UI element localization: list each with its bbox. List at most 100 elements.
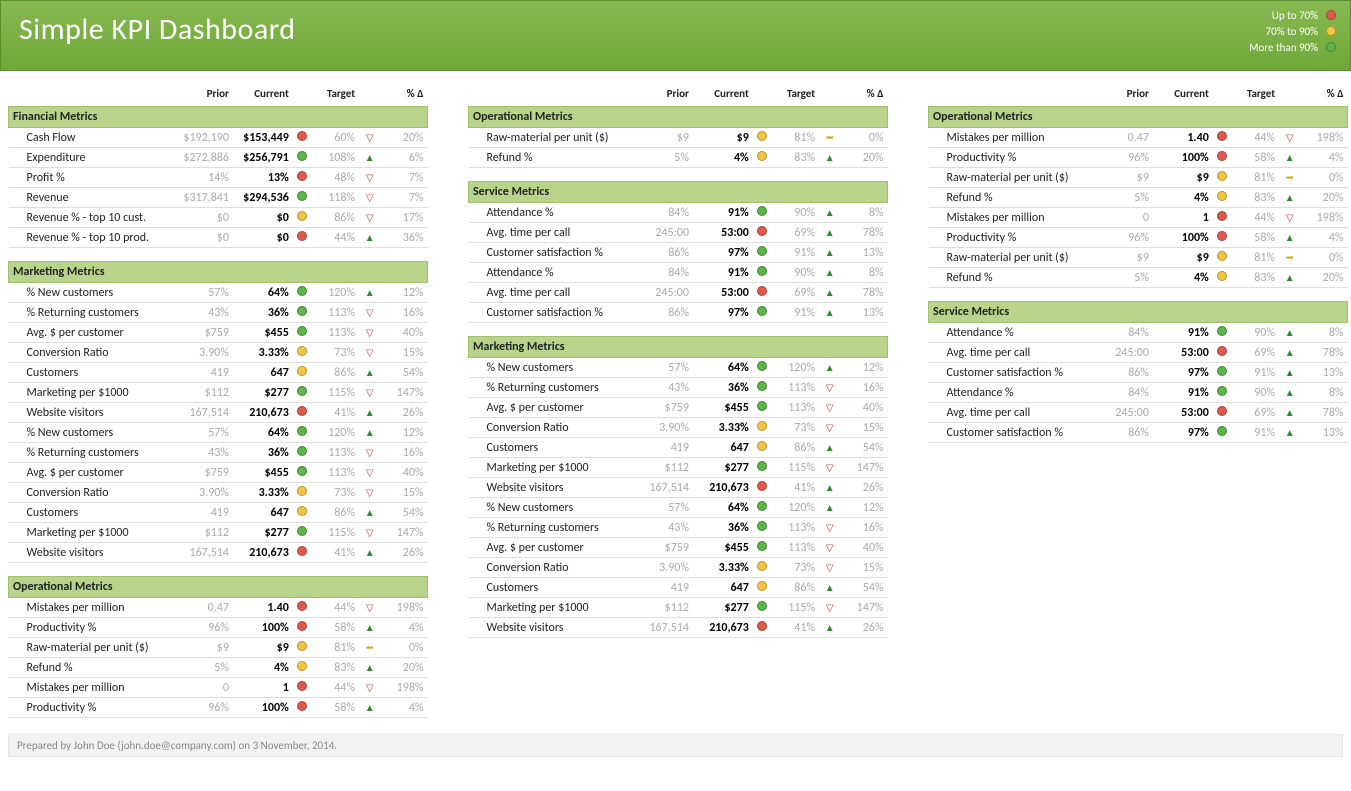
metric-current: 647: [233, 363, 293, 383]
arrow-down-icon: ▽: [366, 171, 374, 184]
metric-row: % Returning customers43%36%113%▽16%: [9, 443, 428, 463]
arrow-up-icon: ▲: [1285, 231, 1295, 244]
metric-prior: $192,190: [177, 128, 233, 148]
metric-current: 210,673: [693, 618, 753, 638]
metric-row: % Returning customers43%36%113%▽16%: [469, 378, 888, 398]
arrow-up-icon: ▲: [825, 441, 835, 454]
metric-current: 91%: [693, 263, 753, 283]
arrow-down-icon: ▽: [826, 381, 834, 394]
col-target-header: Target: [772, 85, 819, 107]
red-dot-icon: [757, 286, 767, 296]
metric-status: [753, 243, 772, 263]
metric-delta: 198%: [380, 678, 427, 698]
metric-current: $0: [233, 208, 293, 228]
metric-status: [753, 518, 772, 538]
metric-current: 1.40: [233, 598, 293, 618]
metric-trend: ▲: [819, 223, 840, 243]
metric-target: 90%: [772, 263, 819, 283]
metric-trend: ▽: [359, 188, 380, 208]
metric-delta: 0%: [840, 128, 887, 148]
metric-prior: 167,514: [637, 618, 693, 638]
yellow-dot-icon: [297, 486, 307, 496]
metric-delta: 17%: [380, 208, 427, 228]
metric-status: [753, 223, 772, 243]
metric-name: Revenue % - top 10 cust.: [9, 208, 178, 228]
metric-target: 41%: [772, 618, 819, 638]
col-dot-header: [753, 85, 772, 107]
dashboard-columns: PriorCurrentTarget% ΔFinancial MetricsCa…: [0, 71, 1351, 726]
metric-name: % New customers: [469, 498, 638, 518]
metric-trend: ━: [1279, 248, 1300, 268]
metric-prior: 5%: [177, 658, 233, 678]
metric-prior: $9: [637, 128, 693, 148]
metric-name: Revenue: [9, 188, 178, 208]
kpi-column: PriorCurrentTarget% ΔFinancial MetricsCa…: [8, 85, 428, 718]
metric-name: % New customers: [9, 283, 178, 303]
metric-row: Raw-material per unit ($)$9$981%━0%: [929, 168, 1348, 188]
arrow-down-icon: ▽: [826, 601, 834, 614]
yellow-dot-icon: [1217, 271, 1227, 281]
metric-delta: 54%: [380, 503, 427, 523]
metric-row: Website visitors167,514210,67341%▲26%: [469, 618, 888, 638]
metric-status: [753, 438, 772, 458]
red-dot-icon: [757, 621, 767, 631]
metric-trend: ▲: [819, 283, 840, 303]
arrow-up-icon: ▲: [1285, 151, 1295, 164]
metric-prior: 0.47: [1097, 128, 1153, 148]
kpi-column: PriorCurrentTarget% ΔOperational Metrics…: [928, 85, 1348, 718]
metric-prior: 43%: [637, 378, 693, 398]
metric-status: [753, 618, 772, 638]
metric-current: 647: [693, 578, 753, 598]
metric-name: % Returning customers: [469, 518, 638, 538]
metric-trend: ▲: [819, 498, 840, 518]
metric-target: 58%: [1232, 148, 1279, 168]
metric-target: 44%: [312, 678, 359, 698]
col-prior-header: Prior: [177, 85, 233, 107]
metric-row: Raw-material per unit ($)$9$981%━0%: [469, 128, 888, 148]
arrow-up-icon: ▲: [1285, 366, 1295, 379]
metric-prior: $9: [1097, 168, 1153, 188]
red-dot-icon: [1217, 211, 1227, 221]
metric-row: Attendance %84%91%90%▲8%: [929, 323, 1348, 343]
metric-status: [293, 283, 312, 303]
metric-current: $277: [693, 598, 753, 618]
metric-status: [293, 598, 312, 618]
metric-current: 647: [233, 503, 293, 523]
metric-row: Avg. time per call245:0053:0069%▲78%: [469, 223, 888, 243]
metric-target: 113%: [312, 463, 359, 483]
yellow-dot-icon: [1217, 251, 1227, 261]
metric-name: Raw-material per unit ($): [9, 638, 178, 658]
metric-trend: ━: [1279, 168, 1300, 188]
metric-status: [1213, 343, 1232, 363]
metric-prior: 167,514: [177, 543, 233, 563]
metric-trend: ▲: [819, 303, 840, 323]
metric-row: Customer satisfaction %86%97%91%▲13%: [469, 303, 888, 323]
metric-current: 36%: [233, 303, 293, 323]
metric-name: Customer satisfaction %: [469, 243, 638, 263]
arrow-up-icon: ▲: [825, 481, 835, 494]
section-header: Marketing Metrics: [9, 262, 428, 283]
metric-name: Attendance %: [929, 323, 1098, 343]
metric-current: 53:00: [693, 283, 753, 303]
arrow-up-icon: ▲: [365, 151, 375, 164]
green-dot-icon: [297, 526, 307, 536]
metric-target: 44%: [1232, 128, 1279, 148]
metric-prior: $759: [177, 323, 233, 343]
metric-trend: ▽: [819, 398, 840, 418]
yellow-dot-icon: [757, 421, 767, 431]
metric-name: Refund %: [929, 188, 1098, 208]
metric-prior: $9: [177, 638, 233, 658]
arrow-down-icon: ▽: [826, 541, 834, 554]
metric-row: Avg. time per call245:0053:0069%▲78%: [929, 343, 1348, 363]
green-dot-icon: [757, 461, 767, 471]
metric-prior: 5%: [637, 148, 693, 168]
metric-status: [293, 698, 312, 718]
metric-delta: 8%: [840, 263, 887, 283]
metric-delta: 13%: [840, 303, 887, 323]
metric-target: 86%: [312, 503, 359, 523]
metric-prior: $759: [177, 463, 233, 483]
metric-current: $0: [233, 228, 293, 248]
metric-status: [753, 538, 772, 558]
metric-prior: 86%: [1097, 363, 1153, 383]
metric-current: 53:00: [1153, 343, 1213, 363]
